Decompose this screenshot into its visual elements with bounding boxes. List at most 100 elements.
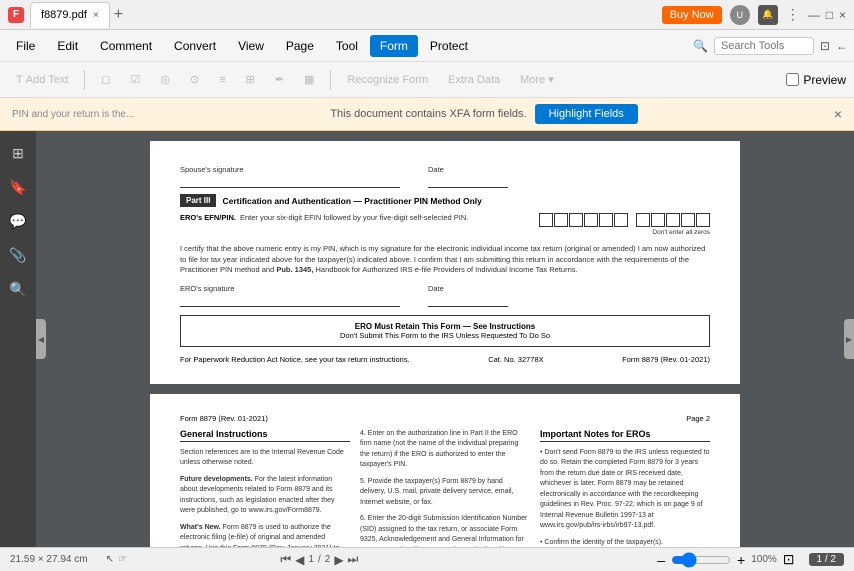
paperwork-label: For Paperwork Reduction Act Notice, see …	[180, 355, 410, 364]
menu-convert[interactable]: Convert	[164, 35, 226, 57]
retain-box: ERO Must Retain This Form — See Instruct…	[180, 315, 710, 347]
page-nav: ⏮ ◀ 1 / 2 ▶ ⏭	[280, 552, 358, 567]
left-collapse-btn[interactable]: ◀	[36, 319, 46, 359]
right-collapse-btn[interactable]: ▶	[844, 319, 854, 359]
document-area: Spouse's signature Date Part III Certifi…	[36, 131, 854, 547]
date-col: Date	[428, 165, 508, 188]
efin-label: ERO's EFN/PIN.	[180, 213, 236, 222]
zoom-in-btn[interactable]: +	[737, 552, 745, 568]
left-sidebar: ⊞ 🔖 💬 📎 🔍	[0, 131, 36, 547]
notifications-btn[interactable]: 🔔	[758, 5, 778, 25]
search-icon: 🔍	[693, 39, 708, 53]
radio-form-btn[interactable]: ◎	[152, 70, 178, 89]
add-text-btn[interactable]: T Add Text	[8, 71, 76, 89]
pdf-page-2: Form 8879 (Rev. 01-2021) Page 2 General …	[150, 394, 740, 548]
nav-prev-btn[interactable]: ◀	[295, 553, 304, 567]
extra-data-btn[interactable]: Extra Data	[440, 71, 508, 89]
more-btn[interactable]: More ▾	[512, 70, 562, 89]
pin-box-5	[696, 213, 710, 227]
title-bar: F f8879.pdf × + Buy Now U 🔔 ⋮ — □ ×	[0, 0, 854, 30]
preview-checkbox[interactable]	[786, 73, 799, 86]
text-icon: T	[16, 74, 23, 86]
zoom-level: 100%	[751, 554, 777, 565]
attachment-icon[interactable]: 📎	[4, 241, 32, 269]
notification-bar: PIN and your return is the... This docum…	[0, 98, 854, 131]
zoom-slider[interactable]	[671, 552, 731, 568]
menu-dots-btn[interactable]: ⋮	[786, 6, 800, 23]
fit-width-btn[interactable]: ⊡	[783, 551, 795, 568]
title-bar-right: Buy Now U 🔔 ⋮ — □ ×	[662, 5, 846, 25]
paperwork-row: For Paperwork Reduction Act Notice, see …	[180, 355, 710, 364]
nav-next-btn[interactable]: ▶	[334, 553, 343, 567]
notification-center: This document contains XFA form fields. …	[330, 104, 637, 124]
buy-now-btn[interactable]: Buy Now	[662, 6, 722, 24]
efin-box-2	[554, 213, 568, 227]
search-sidebar-icon[interactable]: 🔍	[4, 275, 32, 303]
cursor-icon: ↖	[106, 554, 114, 565]
cursor-area: ↖ ☞	[106, 554, 127, 565]
menu-file[interactable]: File	[6, 35, 45, 57]
tab-filename: f8879.pdf	[41, 9, 87, 21]
bookmark-icon[interactable]: 🔖	[4, 173, 32, 201]
page2-form-ref: Form 8879 (Rev. 01-2021)	[180, 414, 268, 423]
page2-content: General Instructions Section references …	[180, 429, 710, 548]
notification-left-text: PIN and your return is the...	[12, 109, 134, 120]
efin-box-4	[584, 213, 598, 227]
comment-sidebar-icon[interactable]: 💬	[4, 207, 32, 235]
close-btn[interactable]: ×	[839, 8, 846, 22]
spouse-sig-line	[180, 174, 400, 188]
ero-sig-row: ERO's signature Date	[180, 284, 710, 307]
menu-form[interactable]: Form	[370, 35, 418, 57]
zoom-out-btn[interactable]: –	[657, 552, 665, 568]
highlight-fields-btn[interactable]: Highlight Fields	[535, 104, 638, 124]
gen-instructions-title: General Instructions	[180, 429, 350, 442]
menu-tool[interactable]: Tool	[326, 35, 368, 57]
page2-header: Form 8879 (Rev. 01-2021) Page 2	[180, 414, 710, 423]
cat-no: Cat. No. 32778X	[488, 355, 543, 364]
notification-close-btn[interactable]: ×	[834, 106, 842, 122]
user-avatar: U	[730, 5, 750, 25]
menu-view[interactable]: View	[228, 35, 274, 57]
nav-last-btn[interactable]: ⏭	[348, 552, 359, 567]
app-icon: F	[8, 7, 24, 23]
checkbox-form-btn[interactable]: ☑	[122, 70, 148, 89]
efin-group2	[636, 213, 710, 227]
pages-icon[interactable]: ⊞	[4, 139, 32, 167]
minimize-btn[interactable]: —	[808, 8, 820, 22]
main-layout: ⊞ 🔖 💬 📎 🔍 ◀ Spouse's signature Date	[0, 131, 854, 547]
tab-close-btn[interactable]: ×	[93, 10, 99, 21]
menu-comment[interactable]: Comment	[90, 35, 162, 57]
menu-page[interactable]: Page	[276, 35, 324, 57]
efin-box-1	[539, 213, 553, 227]
tab-bar: f8879.pdf × +	[30, 2, 656, 28]
preview-area: Preview	[786, 73, 846, 87]
search-tools-input[interactable]	[714, 37, 814, 55]
date-line	[428, 174, 508, 188]
retain-sub: Don't Submit This Form to the IRS Unless…	[187, 331, 703, 340]
maximize-btn[interactable]: □	[826, 8, 833, 22]
form-id: Form 8879 (Rev. 01-2021)	[622, 355, 710, 364]
area-select-btn[interactable]: ◻	[93, 70, 118, 89]
ero-item4: 4. Enter on the authorization line in Pa…	[360, 429, 530, 471]
window-controls: — □ ×	[808, 8, 846, 22]
hand-icon: ☞	[118, 554, 127, 565]
add-tab-btn[interactable]: +	[114, 6, 123, 24]
spouse-sig-label: Spouse's signature	[180, 165, 400, 188]
circle-form-btn[interactable]: ⊙	[182, 70, 207, 89]
dropdown-form-btn[interactable]: ⊞	[238, 70, 263, 89]
menu-protect[interactable]: Protect	[420, 35, 478, 57]
barcode-form-btn[interactable]: ▦	[296, 70, 322, 89]
recognize-form-btn[interactable]: Recognize Form	[339, 71, 436, 89]
pdf-tab[interactable]: f8879.pdf ×	[30, 2, 110, 28]
page-current: 1	[308, 554, 314, 565]
page-badge: 1 / 2	[809, 553, 844, 566]
back-icon: ←	[836, 39, 848, 53]
toolbar-sep-1	[84, 70, 85, 90]
retain-title: ERO Must Retain This Form — See Instruct…	[187, 322, 703, 331]
list-form-btn[interactable]: ≡	[211, 71, 233, 89]
sign-form-btn[interactable]: ✒	[267, 70, 292, 89]
menu-edit[interactable]: Edit	[47, 35, 88, 57]
bottom-bar: 21.59 × 27.94 cm ↖ ☞ ⏮ ◀ 1 / 2 ▶ ⏭ – + 1…	[0, 547, 854, 571]
gen-future-dev: Future developments. For the latest info…	[180, 475, 350, 517]
nav-first-btn[interactable]: ⏮	[280, 552, 291, 567]
